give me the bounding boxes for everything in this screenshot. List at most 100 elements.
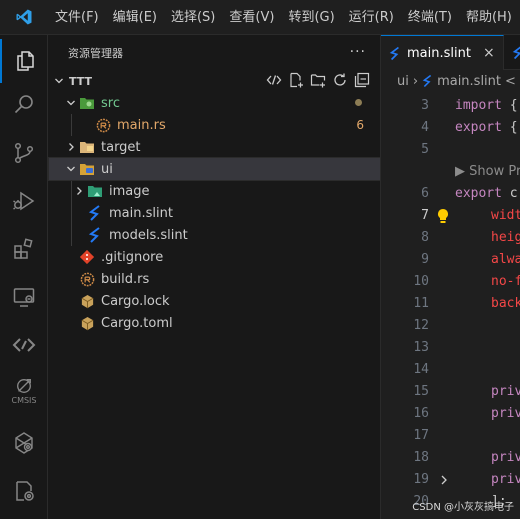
tab-main-slint[interactable]: main.slint × [381, 35, 504, 70]
code-line[interactable]: 18 priv [381, 447, 520, 469]
cmsis-caption: CMSIS [11, 396, 37, 405]
code-line[interactable]: 9 alwa [381, 249, 520, 271]
code-line[interactable]: 17 [381, 425, 520, 447]
cargo-file-icon [79, 293, 95, 309]
menu-goto[interactable]: 转到(G) [281, 0, 341, 35]
menu-terminal[interactable]: 终端(T) [401, 0, 459, 35]
chip-settings-icon[interactable] [0, 421, 48, 465]
code-text: alwa [491, 249, 520, 271]
explorer-icon[interactable] [0, 39, 48, 83]
tree-file-main-slint[interactable]: main.slint [49, 202, 380, 224]
code-line[interactable]: 19 priv [381, 469, 520, 491]
menu-view[interactable]: 查看(V) [222, 0, 281, 35]
line-number: 18 [413, 450, 429, 465]
code-line[interactable]: 6 export c [381, 183, 520, 205]
code-line[interactable]: 5 [381, 139, 520, 161]
line-number: 7 [421, 208, 429, 223]
source-control-icon[interactable] [0, 131, 48, 175]
chevron-down-icon [63, 164, 79, 174]
tab-next[interactable] [504, 35, 520, 70]
tree-label: models.slint [109, 227, 188, 243]
code-text: widt [491, 205, 520, 227]
workspace-section-header[interactable]: TTT [49, 70, 380, 92]
line-number: 9 [421, 252, 429, 267]
code-text: import { [455, 95, 518, 117]
code-rest: { [501, 120, 518, 135]
run-debug-icon[interactable] [0, 179, 48, 223]
explorer-title: 资源管理器 [68, 46, 123, 60]
code-line[interactable]: 13 [381, 337, 520, 359]
code-line[interactable]: 14 [381, 359, 520, 381]
tree-folder-image[interactable]: image [49, 180, 380, 202]
property: alwa [491, 252, 520, 267]
watermark: CSDN @小灰灰搞电子 [412, 502, 514, 513]
cargo-file-icon [79, 315, 95, 331]
show-preview-code-lens[interactable]: ▶ Show Pr [455, 161, 520, 183]
tree-file-cargo-toml[interactable]: Cargo.toml [49, 312, 380, 334]
title-bar: 文件(F) 编辑(E) 选择(S) 查看(V) 转到(G) 运行(R) 终端(T… [0, 0, 520, 35]
code-line[interactable]: 3 import { [381, 95, 520, 117]
line-number: 8 [421, 230, 429, 245]
remote-explorer-icon[interactable] [0, 275, 48, 319]
code-brackets-icon[interactable] [0, 323, 48, 367]
menu-file[interactable]: 文件(F) [48, 0, 106, 35]
code-action-icon[interactable] [266, 72, 282, 91]
new-file-icon[interactable] [288, 72, 304, 91]
code-line[interactable]: 15 priv [381, 381, 520, 403]
cmsis-icon[interactable]: CMSIS [0, 369, 48, 413]
menu-help[interactable]: 帮助(H) [459, 0, 519, 35]
breadcrumb-more[interactable]: < [505, 74, 516, 89]
tree-file-build-rs[interactable]: build.rs [49, 268, 380, 290]
tree-folder-ui[interactable]: ui [48, 157, 381, 181]
code-text: priv [491, 447, 520, 469]
code-line-current[interactable]: 7 widt [381, 205, 520, 227]
breadcrumb-separator: › [412, 73, 419, 89]
menu-edit[interactable]: 编辑(E) [106, 0, 164, 35]
code-line[interactable]: 12 [381, 315, 520, 337]
close-tab-icon[interactable]: × [483, 45, 495, 61]
tree-folder-src[interactable]: src [49, 92, 380, 114]
code-line[interactable]: 16 priv [381, 403, 520, 425]
menu-run[interactable]: 运行(R) [342, 0, 401, 35]
collapse-all-icon[interactable] [354, 72, 370, 91]
code-lens-row[interactable]: ▶ Show Pr [381, 161, 520, 183]
tree-folder-target[interactable]: target [49, 136, 380, 158]
breadcrumb-file[interactable]: main.slint [437, 74, 501, 89]
problem-count-badge: 6 [356, 118, 364, 132]
code-text: priv [491, 469, 520, 491]
search-icon[interactable] [0, 83, 48, 127]
chevron-right-icon [71, 186, 87, 196]
explorer-header: 资源管理器 ··· [49, 35, 380, 70]
extensions-icon[interactable] [0, 227, 48, 271]
menu-selection[interactable]: 选择(S) [164, 0, 222, 35]
vscode-logo-icon [0, 0, 48, 35]
more-actions-button[interactable]: ··· [350, 44, 366, 60]
lightbulb-icon[interactable] [436, 208, 450, 228]
code-line[interactable]: 11 back [381, 293, 520, 315]
refresh-icon[interactable] [332, 72, 348, 91]
code-line[interactable]: 8 heig [381, 227, 520, 249]
tree-file-gitignore[interactable]: .gitignore [49, 246, 380, 268]
new-folder-icon[interactable] [310, 72, 326, 91]
property: heig [491, 230, 520, 245]
device-settings-icon[interactable] [0, 469, 48, 513]
property: back [491, 296, 520, 311]
tree-file-cargo-lock[interactable]: Cargo.lock [49, 290, 380, 312]
tree-label: build.rs [101, 271, 150, 287]
slint-file-icon [87, 205, 103, 221]
line-number: 4 [421, 120, 429, 135]
fold-chevron-icon[interactable] [439, 474, 449, 490]
tree-label: Cargo.toml [101, 315, 173, 331]
keyword: import [455, 98, 502, 113]
code-line[interactable]: 4 export { [381, 117, 520, 139]
tree-file-main-rs[interactable]: main.rs 6 [49, 114, 380, 136]
breadcrumb-folder[interactable]: ui [397, 74, 409, 89]
tree-label: main.rs [117, 117, 166, 133]
tree-label: target [101, 139, 141, 155]
tree-file-models-slint[interactable]: models.slint [49, 224, 380, 246]
explorer-sidebar: 资源管理器 ··· TTT src main.rs 6 target ui im… [48, 35, 381, 519]
keyword: priv [491, 406, 520, 421]
editor-pane: main.slint × ui › main.slint < 3 import {… [380, 35, 520, 519]
code-line[interactable]: 10 no-f [381, 271, 520, 293]
rust-file-icon [95, 117, 111, 133]
